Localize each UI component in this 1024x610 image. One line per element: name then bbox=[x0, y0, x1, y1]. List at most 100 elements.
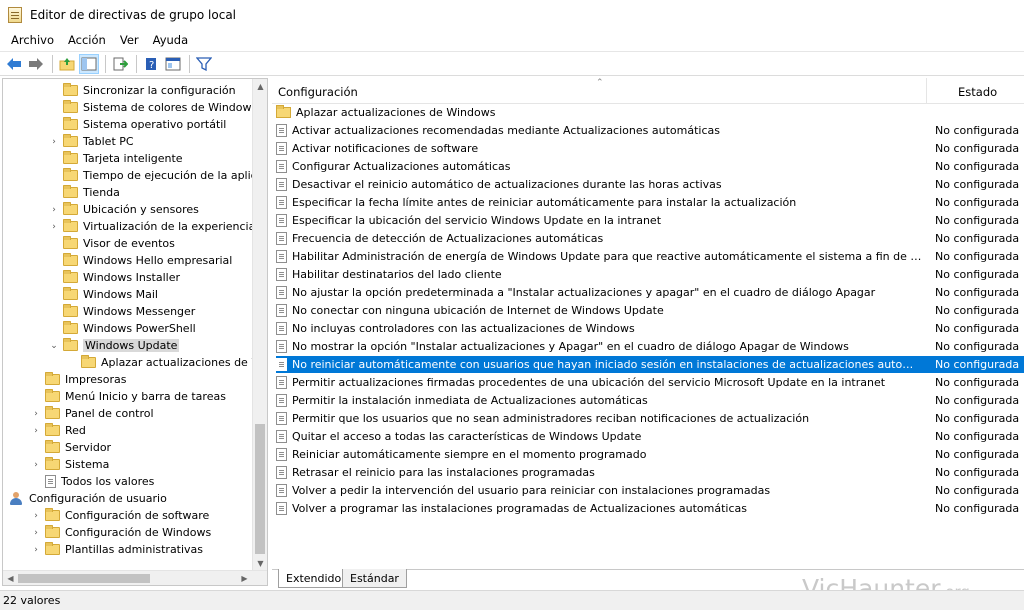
policy-state: No configurada bbox=[935, 250, 1020, 263]
tree-item[interactable]: Windows PowerShell bbox=[49, 320, 196, 337]
policy-row[interactable]: No ajustar la opción predeterminada a "I… bbox=[276, 284, 1024, 301]
policy-row[interactable]: Desactivar el reinicio automático de act… bbox=[276, 176, 1024, 193]
folder-icon bbox=[63, 100, 78, 113]
chevron-down-icon[interactable]: ⌄ bbox=[3, 494, 5, 504]
forward-arrow-icon[interactable] bbox=[26, 54, 46, 74]
policy-row[interactable]: Activar notificaciones de software No con… bbox=[276, 140, 1024, 157]
scroll-right-arrow-icon[interactable]: ▶ bbox=[237, 571, 252, 585]
policy-row[interactable]: No mostrar la opción "Instalar actualiza… bbox=[276, 338, 1024, 355]
tree-item[interactable]: › Tablet PC bbox=[49, 133, 134, 150]
policy-row[interactable]: Habilitar destinatarios del lado cliente… bbox=[276, 266, 1024, 283]
chevron-right-icon[interactable]: › bbox=[31, 409, 41, 419]
status-count: 22 valores bbox=[3, 594, 61, 607]
policy-row[interactable]: No conectar con ninguna ubicación de Int… bbox=[276, 302, 1024, 319]
chevron-right-icon[interactable]: › bbox=[31, 511, 41, 521]
policy-row[interactable]: No incluyas controladores con las actual… bbox=[276, 320, 1024, 337]
tree-item[interactable]: › Ubicación y sensores bbox=[49, 201, 199, 218]
tree-item[interactable]: Tienda bbox=[49, 184, 120, 201]
policy-row[interactable]: Especificar la ubicación del servicio Wi… bbox=[276, 212, 1024, 229]
policy-row[interactable]: Permitir que los usuarios que no sean ad… bbox=[276, 410, 1024, 427]
tree-item[interactable]: Windows Installer bbox=[49, 269, 180, 286]
tab-extendido[interactable]: Extendido bbox=[278, 569, 350, 588]
policy-state: No configurada bbox=[935, 124, 1020, 137]
tree-scroll-thumb[interactable] bbox=[255, 424, 265, 554]
tree-item[interactable]: Windows Mail bbox=[49, 286, 158, 303]
scroll-up-arrow-icon[interactable]: ▲ bbox=[253, 79, 267, 94]
chevron-right-icon[interactable]: › bbox=[31, 460, 41, 470]
tree-item[interactable]: › Virtualización de la experiencia bbox=[49, 218, 253, 235]
tree-horizontal-scrollbar[interactable]: ◀ ▶ bbox=[3, 570, 267, 585]
tree-item[interactable]: Servidor bbox=[31, 439, 111, 456]
tree-item[interactable]: Windows Hello empresarial bbox=[49, 252, 232, 269]
tree-hscroll-thumb[interactable] bbox=[18, 574, 150, 583]
up-folder-icon[interactable] bbox=[57, 54, 77, 74]
policy-row[interactable]: Configurar Actualizaciones automáticas No… bbox=[276, 158, 1024, 175]
tree-item[interactable]: › Red bbox=[31, 422, 86, 439]
chevron-down-icon[interactable]: ⌄ bbox=[49, 341, 59, 351]
tree-item[interactable]: Todos los valores bbox=[31, 473, 154, 490]
tree-item[interactable]: Windows Messenger bbox=[49, 303, 195, 320]
tree-item[interactable]: Tiempo de ejecución de la aplic bbox=[49, 167, 253, 184]
policy-row[interactable]: Permitir la instalación inmediata de Act… bbox=[276, 392, 1024, 409]
column-estado[interactable]: Estado bbox=[958, 85, 997, 99]
properties-icon[interactable] bbox=[163, 54, 183, 74]
chevron-right-icon[interactable]: › bbox=[31, 545, 41, 555]
tree-item[interactable]: Impresoras bbox=[31, 371, 126, 388]
back-arrow-icon[interactable] bbox=[4, 54, 24, 74]
folder-icon bbox=[63, 338, 78, 351]
policy-row[interactable]: Retrasar el reinicio para las instalacio… bbox=[276, 464, 1024, 481]
tree-item[interactable]: ⌄ Windows Update bbox=[49, 337, 180, 354]
tree-item[interactable]: Sistema operativo portátil bbox=[49, 116, 226, 133]
tree-item[interactable]: › Configuración de software bbox=[31, 507, 209, 524]
scroll-down-arrow-icon[interactable]: ▼ bbox=[253, 556, 267, 571]
column-divider[interactable] bbox=[926, 78, 927, 104]
show-hide-tree-icon[interactable] bbox=[79, 53, 99, 74]
svg-text:?: ? bbox=[149, 60, 154, 71]
tree-vertical-scrollbar[interactable]: ▲ ▼ bbox=[252, 79, 267, 571]
chevron-right-icon[interactable]: › bbox=[31, 426, 41, 436]
chevron-right-icon[interactable]: › bbox=[31, 528, 41, 538]
export-list-icon[interactable] bbox=[110, 54, 130, 74]
toolbar-separator bbox=[136, 54, 137, 73]
scroll-left-arrow-icon[interactable]: ◀ bbox=[3, 571, 18, 585]
policy-row[interactable]: Frecuencia de detección de Actualizacion… bbox=[276, 230, 1024, 247]
policy-list-pane: Configuración ⌃ Estado Aplazar actualiza… bbox=[272, 78, 1024, 568]
tree-item[interactable]: › Configuración de Windows bbox=[31, 524, 211, 541]
tree-item[interactable]: › Panel de control bbox=[31, 405, 154, 422]
menu-accion[interactable]: Acción bbox=[61, 33, 113, 47]
tree-item[interactable]: Sincronizar la configuración bbox=[49, 82, 236, 99]
menu-ayuda[interactable]: Ayuda bbox=[146, 33, 196, 47]
tree-item[interactable]: Tarjeta inteligente bbox=[49, 150, 183, 167]
policy-row[interactable]: Reiniciar automáticamente siempre en el … bbox=[276, 446, 1024, 463]
tree-item[interactable]: Aplazar actualizaciones de W bbox=[67, 354, 253, 371]
policy-row[interactable]: No reiniciar automáticamente con usuario… bbox=[276, 356, 1024, 373]
toolbar-separator bbox=[52, 54, 53, 73]
tab-estandar[interactable]: Estándar bbox=[342, 569, 407, 588]
column-configuracion[interactable]: Configuración bbox=[278, 85, 358, 99]
policy-setting-icon bbox=[276, 430, 287, 443]
policy-row[interactable]: Habilitar Administración de energía de W… bbox=[276, 248, 1024, 265]
menu-ver[interactable]: Ver bbox=[113, 33, 146, 47]
tree-item[interactable]: ⌄ Configuración de usuario bbox=[3, 490, 167, 507]
tree-item[interactable]: Menú Inicio y barra de tareas bbox=[31, 388, 226, 405]
policy-row[interactable]: Volver a programar las instalaciones pro… bbox=[276, 500, 1024, 517]
policy-row[interactable]: Aplazar actualizaciones de Windows bbox=[276, 104, 1024, 121]
status-bar: 22 valores bbox=[0, 590, 1024, 610]
chevron-right-icon[interactable]: › bbox=[49, 205, 59, 215]
policy-row[interactable]: Activar actualizaciones recomendadas med… bbox=[276, 122, 1024, 139]
policy-row[interactable]: Permitir actualizaciones firmadas proced… bbox=[276, 374, 1024, 391]
policy-row[interactable]: Especificar la fecha límite antes de rei… bbox=[276, 194, 1024, 211]
filter-icon[interactable] bbox=[194, 54, 214, 74]
tree-item[interactable]: › Sistema bbox=[31, 456, 109, 473]
policy-row[interactable]: Quitar el acceso a todas las característ… bbox=[276, 428, 1024, 445]
navigation-tree[interactable]: Sincronizar la configuración Sistema de c… bbox=[2, 78, 268, 586]
tree-item[interactable]: Sistema de colores de Windows bbox=[49, 99, 253, 116]
policy-row[interactable]: Volver a pedir la intervención del usuar… bbox=[276, 482, 1024, 499]
help-icon[interactable]: ? bbox=[141, 54, 161, 74]
chevron-right-icon[interactable]: › bbox=[49, 222, 59, 232]
tree-item[interactable]: › Plantillas administrativas bbox=[31, 541, 203, 558]
tree-item-label: Configuración de Windows bbox=[65, 526, 212, 539]
tree-item[interactable]: Visor de eventos bbox=[49, 235, 175, 252]
menu-archivo[interactable]: Archivo bbox=[4, 33, 61, 47]
chevron-right-icon[interactable]: › bbox=[49, 137, 59, 147]
